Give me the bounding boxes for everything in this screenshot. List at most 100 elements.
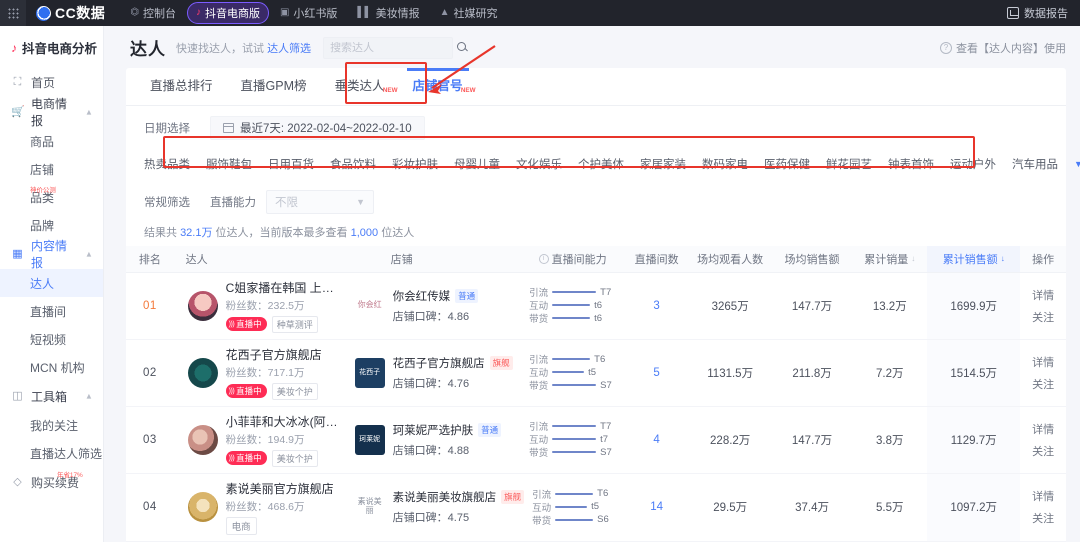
xiaohongshu-icon: ▣ bbox=[279, 7, 290, 18]
sort-icon[interactable]: ↓ bbox=[911, 254, 915, 263]
talent-name[interactable]: 花西子官方旗舰店 bbox=[226, 346, 322, 363]
topnav-item-douyin[interactable]: ♪ 抖音电商版 bbox=[186, 2, 269, 24]
sidebar-item-talent[interactable]: 达人 bbox=[0, 269, 103, 297]
live-count-value[interactable]: 14 bbox=[650, 501, 663, 513]
follow-link[interactable]: 关注 bbox=[1032, 376, 1054, 392]
col-total-sales[interactable]: 累计销售额 ↓ bbox=[927, 246, 1021, 273]
cell-shop[interactable]: 素说美丽 素说美丽美妆旗舰店 旗舰 店铺口碑：4.75 bbox=[344, 473, 525, 542]
category-item-6[interactable]: 文化娱乐 bbox=[516, 154, 562, 174]
sidebar-item-shops[interactable]: 店铺 bbox=[0, 155, 103, 183]
category-item-8[interactable]: 家居家装 bbox=[640, 154, 686, 174]
category-item-2[interactable]: 日用百货 bbox=[268, 154, 314, 174]
category-item-11[interactable]: 鲜花园艺 bbox=[826, 154, 872, 174]
shop-name[interactable]: 花西子官方旗舰店 bbox=[393, 355, 485, 371]
sidebar-item-live-talent-filter[interactable]: 直播达人筛选 bbox=[0, 439, 103, 467]
category-item-9[interactable]: 数码家电 bbox=[702, 154, 748, 174]
sidebar-group-toolbox[interactable]: ◫ 工具箱 ▼ bbox=[0, 381, 103, 411]
cell-talent[interactable]: 素说美丽官方旗舰店 粉丝数：468.6万 电商 bbox=[173, 473, 345, 542]
ability-bar bbox=[555, 505, 588, 508]
live-ability-select[interactable]: 不限 ▼ bbox=[266, 190, 374, 214]
talent-info[interactable]: C姐家播在韩国 上午9点开播 粉丝数：232.5万 )))直播中种草测评 bbox=[176, 279, 343, 333]
detail-link[interactable]: 详情 bbox=[1032, 354, 1054, 370]
help-link[interactable]: ? 查看【达人内容】使用 bbox=[940, 40, 1066, 56]
tab-shop-official[interactable]: 店铺官号 NEW bbox=[399, 68, 477, 105]
live-count-value[interactable]: 5 bbox=[653, 367, 659, 379]
category-item-5[interactable]: 母婴儿童 bbox=[454, 154, 500, 174]
detail-link[interactable]: 详情 bbox=[1032, 421, 1054, 437]
sidebar-item-purchase[interactable]: ◇ 购买续费 年省17% bbox=[0, 467, 103, 497]
sidebar-item-liveroom[interactable]: 直播间 bbox=[0, 297, 103, 325]
cell-shop[interactable]: 珂莱妮 珂莱妮严选护肤 普通 店铺口碑：4.88 bbox=[344, 406, 521, 474]
sidebar-item-brands[interactable]: 品牌 bbox=[0, 211, 103, 239]
category-more-button[interactable]: ▼ 更多 bbox=[1074, 156, 1080, 172]
cell-shop[interactable]: 你会红 你会红传媒 普通 店铺口碑：4.86 bbox=[344, 272, 521, 340]
shop-info[interactable]: 珂莱妮 珂莱妮严选护肤 普通 店铺口碑：4.88 bbox=[347, 422, 519, 458]
search-box[interactable] bbox=[323, 36, 454, 59]
category-item-4[interactable]: 彩妆护肤 bbox=[392, 154, 438, 174]
brand-logo-group[interactable]: CC数据 bbox=[26, 0, 121, 26]
tab-vertical-talent[interactable]: 垂类达人 NEW bbox=[321, 68, 399, 105]
topnav-item-beauty[interactable]: ▌▌ 美妆情报 bbox=[348, 2, 428, 24]
detail-link[interactable]: 详情 bbox=[1032, 488, 1054, 504]
live-count-value[interactable]: 3 bbox=[653, 300, 659, 312]
sidebar-item-categories[interactable]: 品类 神价公测 bbox=[0, 183, 103, 211]
talent-name[interactable]: C姐家播在韩国 上午9点开播 bbox=[226, 279, 343, 296]
shop-info[interactable]: 你会红 你会红传媒 普通 店铺口碑：4.86 bbox=[347, 288, 519, 324]
talent-info[interactable]: 小菲菲和大冰冰(阿莱姐) 粉丝数：194.9万 ))) 直播中 美妆个护 bbox=[176, 413, 343, 467]
cell-talent[interactable]: 花西子官方旗舰店 粉丝数：717.1万 ))) 直播中 美妆个护 bbox=[173, 339, 345, 407]
sidebar-badge-discount: 年省17% bbox=[57, 472, 83, 480]
shop-name[interactable]: 素说美丽美妆旗舰店 bbox=[393, 489, 497, 505]
sidebar-item-products[interactable]: 商品 bbox=[0, 127, 103, 155]
shop-info[interactable]: 素说美丽 素说美丽美妆旗舰店 旗舰 店铺口碑：4.75 bbox=[347, 489, 525, 525]
sidebar-item-my-follows[interactable]: 我的关注 bbox=[0, 411, 103, 439]
topnav-item-social[interactable]: ▲ 社媒研究 bbox=[431, 2, 507, 24]
search-input[interactable] bbox=[330, 41, 447, 54]
category-item-1[interactable]: 服饰鞋包 bbox=[206, 154, 252, 174]
sidebar-item-mcn[interactable]: MCN 机构 bbox=[0, 353, 103, 381]
douyin-icon: ♪ bbox=[195, 7, 201, 18]
follow-link[interactable]: 关注 bbox=[1032, 510, 1054, 526]
sidebar-group-content[interactable]: ▦ 内容情报 ▼ bbox=[0, 239, 103, 270]
talent-info[interactable]: 素说美丽官方旗舰店 粉丝数：468.6万 电商 bbox=[176, 480, 343, 535]
follow-link[interactable]: 关注 bbox=[1032, 309, 1054, 325]
table-row[interactable]: 04 素说美丽官方旗舰店 粉丝数：468.6万 电商 素说美丽 素说美丽美妆旗舰… bbox=[126, 473, 1066, 542]
detail-link[interactable]: 详情 bbox=[1032, 287, 1054, 303]
table-row[interactable]: 03 小菲菲和大冰冰(阿莱姐) 粉丝数：194.9万 ))) 直播中 美妆个护 珂莱… bbox=[126, 406, 1066, 474]
shop-name[interactable]: 你会红传媒 bbox=[393, 288, 451, 304]
cell-talent[interactable]: C姐家播在韩国 上午9点开播 粉丝数：232.5万 )))直播中种草测评 bbox=[173, 272, 345, 340]
sidebar-item-home[interactable]: ⛶ 首页 bbox=[0, 67, 103, 97]
sidebar-item-shortvideo[interactable]: 短视频 bbox=[0, 325, 103, 353]
talent-info[interactable]: 花西子官方旗舰店 粉丝数：717.1万 ))) 直播中 美妆个护 bbox=[176, 346, 343, 400]
col-total-volume[interactable]: 累计销量 ↓ bbox=[852, 246, 928, 273]
category-item-12[interactable]: 钟表首饰 bbox=[888, 154, 934, 174]
talent-filter-link[interactable]: 达人筛选 bbox=[267, 43, 311, 55]
category-item-10[interactable]: 医药保健 bbox=[764, 154, 810, 174]
tab-live-ranking[interactable]: 直播总排行 bbox=[136, 68, 227, 105]
shop-info[interactable]: 花西子 花西子官方旗舰店 旗舰 店铺口碑：4.76 bbox=[347, 355, 519, 391]
follow-link[interactable]: 关注 bbox=[1032, 443, 1054, 459]
category-item-14[interactable]: 汽车用品 bbox=[1012, 154, 1058, 174]
category-item-13[interactable]: 运动户外 bbox=[950, 154, 996, 174]
category-item-7[interactable]: 个护美体 bbox=[578, 154, 624, 174]
data-report-button[interactable]: 数据报告 bbox=[1007, 5, 1080, 21]
sort-icon[interactable]: ↓ bbox=[1001, 254, 1005, 263]
shop-name[interactable]: 珂莱妮严选护肤 bbox=[393, 422, 474, 438]
topnav-item-console[interactable]: ⏣ 控制台 bbox=[121, 2, 185, 24]
sidebar-group-ecommerce[interactable]: 🛒 电商情报 ▼ bbox=[0, 97, 103, 128]
cell-shop[interactable]: 花西子 花西子官方旗舰店 旗舰 店铺口碑：4.76 bbox=[344, 339, 521, 407]
category-item-0[interactable]: 热卖品类 bbox=[144, 154, 190, 174]
talent-name[interactable]: 小菲菲和大冰冰(阿莱姐) bbox=[226, 413, 343, 430]
live-count-value[interactable]: 4 bbox=[653, 434, 659, 446]
sidebar-item-label: 直播达人筛选 bbox=[30, 446, 103, 461]
search-icon[interactable] bbox=[457, 41, 469, 54]
tab-live-gpm[interactable]: 直播GPM榜 bbox=[227, 68, 321, 105]
info-icon[interactable]: i bbox=[538, 253, 549, 264]
category-item-3[interactable]: 食品饮料 bbox=[330, 154, 376, 174]
apps-grid-icon[interactable] bbox=[0, 0, 26, 26]
talent-name[interactable]: 素说美丽官方旗舰店 bbox=[226, 480, 334, 497]
date-range-picker[interactable]: 最近7天: 2022-02-04~2022-02-10 bbox=[210, 116, 425, 140]
table-row[interactable]: 02 花西子官方旗舰店 粉丝数：717.1万 ))) 直播中 美妆个护 花西子 花西… bbox=[126, 339, 1066, 407]
cell-talent[interactable]: 小菲菲和大冰冰(阿莱姐) 粉丝数：194.9万 ))) 直播中 美妆个护 bbox=[173, 406, 345, 474]
topnav-item-xiaohongshu[interactable]: ▣ 小红书版 bbox=[271, 2, 346, 24]
table-row[interactable]: 01 C姐家播在韩国 上午9点开播 粉丝数：232.5万 )))直播中种草测评 … bbox=[126, 272, 1066, 340]
